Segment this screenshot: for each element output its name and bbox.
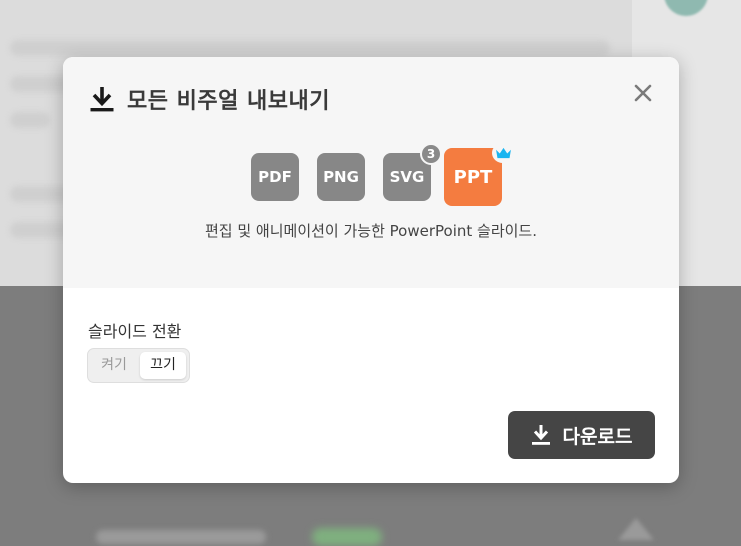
svg-count-badge: 3 bbox=[420, 143, 442, 165]
format-description: 편집 및 애니메이션이 가능한 PowerPoint 슬라이드. bbox=[204, 222, 537, 240]
format-png-button[interactable]: PNG bbox=[317, 153, 365, 201]
format-label: PNG bbox=[323, 168, 359, 186]
background-footer-text bbox=[96, 530, 266, 544]
background-arrow bbox=[618, 518, 654, 540]
format-options: PDF PNG SVG 3 PPT bbox=[251, 143, 514, 206]
premium-badge bbox=[492, 143, 514, 163]
background-green-element bbox=[312, 528, 382, 546]
transition-off-option[interactable]: 끄기 bbox=[140, 352, 186, 379]
format-pdf-button[interactable]: PDF bbox=[251, 153, 299, 201]
format-label: SVG bbox=[389, 168, 425, 186]
close-icon bbox=[634, 84, 652, 102]
background-text-line bbox=[10, 40, 610, 56]
close-button[interactable] bbox=[631, 81, 655, 105]
download-button-label: 다운로드 bbox=[562, 425, 633, 448]
background-text-line bbox=[10, 112, 50, 128]
slide-transition-toggle: 켜기 끄기 bbox=[87, 348, 190, 383]
export-modal: 모든 비주얼 내보내기 PDF PNG SVG 3 PPT 편집 및 애니메이션… bbox=[63, 57, 679, 483]
crown-icon bbox=[495, 147, 511, 158]
transition-on-option[interactable]: 켜기 bbox=[91, 352, 137, 379]
modal-title-row: 모든 비주얼 내보내기 bbox=[89, 83, 330, 115]
modal-title: 모든 비주얼 내보내기 bbox=[127, 89, 330, 114]
download-icon bbox=[90, 87, 114, 112]
download-icon bbox=[531, 425, 550, 445]
download-button[interactable]: 다운로드 bbox=[508, 411, 655, 459]
slide-transition-label: 슬라이드 전환 bbox=[88, 322, 182, 341]
format-label: PDF bbox=[258, 168, 292, 186]
format-label: PPT bbox=[453, 166, 493, 188]
